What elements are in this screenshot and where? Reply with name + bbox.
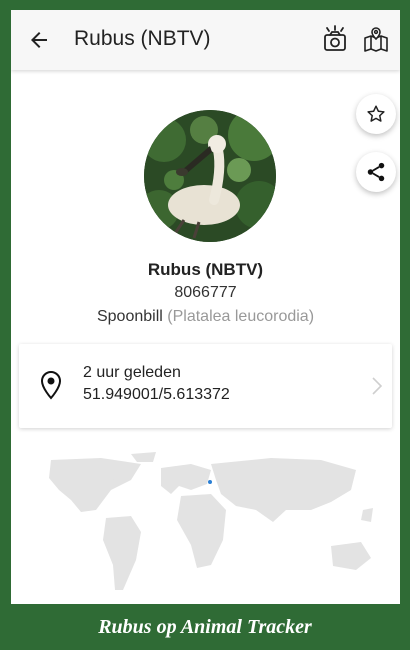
animal-location-marker	[208, 480, 212, 484]
app-screen: Rubus (NBTV) Rubus (NBTV) 8066777 Spoonb…	[11, 10, 400, 604]
tag-id: 8066777	[174, 284, 237, 301]
last-location-card[interactable]: 2 uur geleden 51.949001/5.613372	[19, 344, 392, 428]
species-latin: (Platalea leucorodia)	[167, 308, 315, 325]
camera-icon[interactable]	[320, 24, 350, 54]
spoonbill-photo	[144, 110, 276, 242]
favorite-button[interactable]	[356, 94, 396, 134]
app-bar: Rubus (NBTV)	[11, 10, 400, 70]
location-pin-icon	[40, 370, 62, 400]
location-coordinates: 51.949001/5.613372	[83, 386, 230, 403]
page-title: Rubus (NBTV)	[74, 27, 211, 50]
animal-name: Rubus (NBTV)	[147, 260, 264, 279]
world-map[interactable]	[11, 450, 400, 604]
animal-detail: Rubus (NBTV) 8066777 Spoonbill (Platalea…	[11, 70, 400, 604]
chevron-right-icon	[372, 377, 383, 395]
species-common: Spoonbill	[96, 308, 163, 325]
species: Spoonbill (Platalea leucorodia)	[11, 308, 400, 326]
animal-photo	[144, 110, 276, 242]
map-icon[interactable]	[362, 26, 390, 54]
caption: Rubus op Animal Tracker	[98, 616, 312, 638]
location-time: 2 uur geleden	[83, 364, 181, 381]
share-icon	[367, 162, 385, 182]
share-button[interactable]	[356, 152, 396, 192]
star-icon	[367, 105, 385, 122]
back-arrow-icon[interactable]	[27, 28, 51, 52]
